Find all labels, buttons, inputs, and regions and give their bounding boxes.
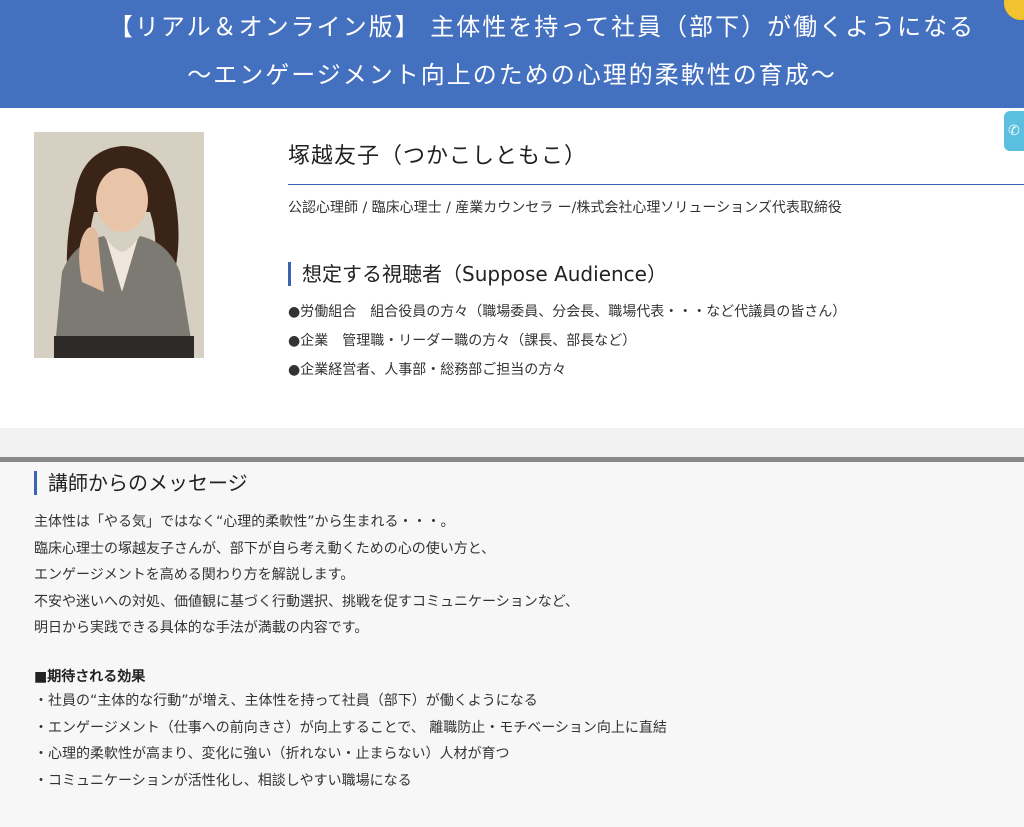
instructor-credentials: 公認心理師 / 臨床心理士 / 産業カウンセラ ー/株式会社心理ソリューションズ… bbox=[288, 200, 842, 216]
phone-icon: ✆ bbox=[1008, 123, 1020, 139]
effects-list: ・社員の“主体的な行動”が増え、主体性を持って社員（部下）が働くようになる ・エ… bbox=[34, 691, 667, 797]
message-line: 臨床心理士の塚越友子さんが、部下が自ら考え動くための心の使い方と、 bbox=[34, 540, 496, 557]
message-line: 明日から実践できる具体的な手法が満載の内容です。 bbox=[34, 620, 369, 636]
list-item: ●企業 管理職・リーダー職の方々（課長、部長など） bbox=[288, 333, 637, 349]
instructor-portrait-illustration bbox=[34, 132, 204, 358]
header-title-line2: 〜エンゲージメント向上のための心理的柔軟性の育成〜 bbox=[187, 61, 837, 89]
list-item: ・コミュニケーションが活性化し、相談しやすい職場になる bbox=[34, 772, 412, 789]
message-body: 主体性は「やる気」ではなく“心理的柔軟性”から生まれる・・・。 臨床心理士の塚越… bbox=[34, 512, 579, 645]
list-item: ・社員の“主体的な行動”が増え、主体性を持って社員（部下）が働くようになる bbox=[34, 693, 538, 709]
audience-heading: 想定する視聴者（Suppose Audience） bbox=[288, 262, 667, 286]
instructor-photo bbox=[34, 132, 204, 358]
list-item: ・エンゲージメント（仕事への前向きさ）が向上することで、 離職防止・モチベーショ… bbox=[34, 719, 667, 736]
message-line: 不安や迷いへの対処、価値観に基づく行動選択、挑戦を促すコミュニケーションなど、 bbox=[34, 593, 580, 610]
message-line: エンゲージメントを高める関わり方を解説します。 bbox=[34, 567, 355, 583]
instructor-name: 塚越友子（つかこしともこ） bbox=[288, 144, 588, 169]
effects-heading: ■期待される効果 bbox=[34, 669, 146, 685]
header-title-line1: 【リアル＆オンライン版】 主体性を持って社員（部下）が働くようになる bbox=[108, 13, 976, 41]
phone-contact-tab[interactable]: ✆ bbox=[1004, 111, 1024, 151]
list-item: ●企業経営者、人事部・総務部ご担当の方々 bbox=[288, 362, 567, 378]
list-item: ・心理的柔軟性が高まり、変化に強い（折れない・止まらない）人材が育つ bbox=[34, 746, 510, 762]
name-divider bbox=[288, 184, 1024, 185]
message-heading: 講師からのメッセージ bbox=[34, 471, 248, 495]
page-header: 【リアル＆オンライン版】 主体性を持って社員（部下）が働くようになる 〜エンゲー… bbox=[0, 0, 1024, 108]
message-line: 主体性は「やる気」ではなく“心理的柔軟性”から生まれる・・・。 bbox=[34, 514, 455, 530]
audience-list: ●労働組合 組合役員の方々（職場委員、分会長、職場代表・・・など代議員の皆さん）… bbox=[288, 302, 846, 389]
list-item: ●労働組合 組合役員の方々（職場委員、分会長、職場代表・・・など代議員の皆さん） bbox=[288, 304, 847, 320]
section-gap bbox=[0, 428, 1024, 458]
